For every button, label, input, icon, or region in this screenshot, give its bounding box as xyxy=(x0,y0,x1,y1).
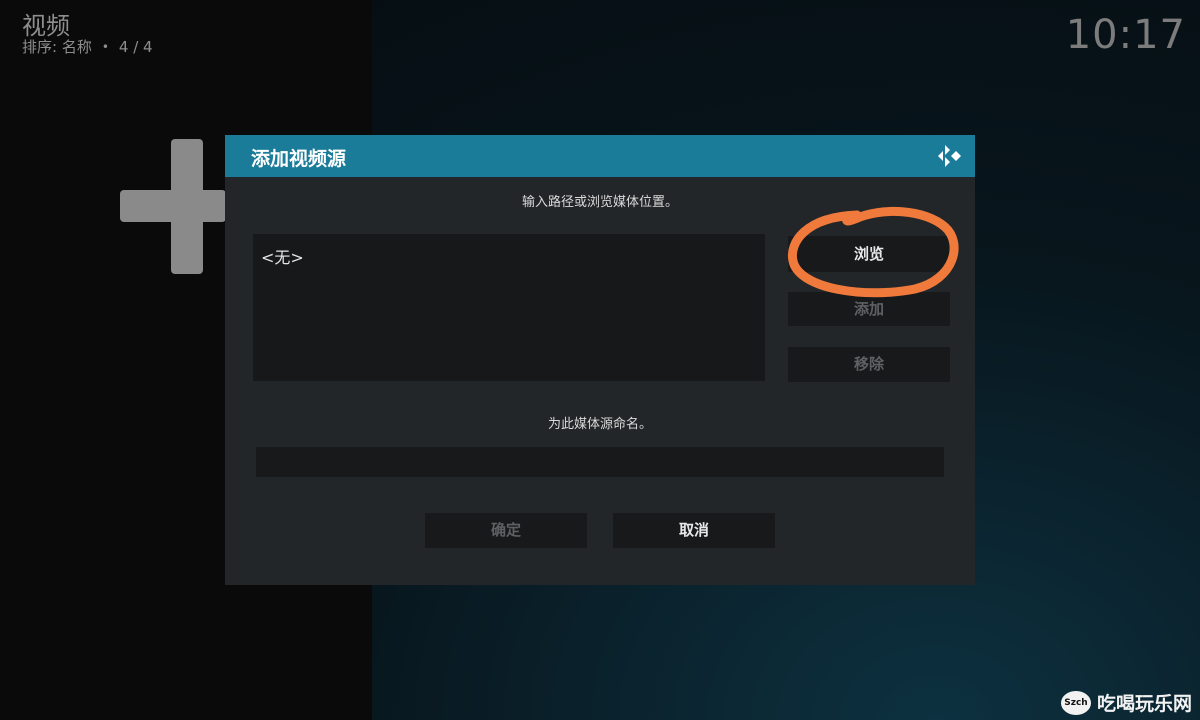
kodi-logo-icon xyxy=(938,145,961,167)
watermark-seal: Szch xyxy=(1060,690,1091,715)
browse-button[interactable]: 浏览 xyxy=(788,236,950,272)
sort-info: 排序: 名称 • 4 / 4 xyxy=(22,36,153,57)
add-source-plus-icon[interactable] xyxy=(120,139,226,274)
watermark: Szch 吃喝玩乐网 xyxy=(1060,689,1192,716)
separator-dot: • xyxy=(101,39,109,54)
source-name-input[interactable] xyxy=(256,447,944,477)
sort-label: 排序: 名称 xyxy=(22,38,92,56)
add-button[interactable]: 添加 xyxy=(788,292,950,326)
dialog-header: 添加视频源 xyxy=(225,135,975,177)
watermark-text: 吃喝玩乐网 xyxy=(1096,693,1192,715)
add-video-source-dialog: 添加视频源 输入路径或浏览媒体位置。 <无> 浏览 添加 移除 为此媒体源命名。… xyxy=(225,135,975,585)
ok-button[interactable]: 确定 xyxy=(425,513,587,548)
item-count: 4 / 4 xyxy=(118,37,153,56)
remove-button[interactable]: 移除 xyxy=(788,347,950,382)
dialog-title: 添加视频源 xyxy=(251,148,347,170)
path-list[interactable]: <无> xyxy=(253,234,765,381)
path-list-item[interactable]: <无> xyxy=(261,244,304,268)
clock: 10:17 xyxy=(1065,12,1186,58)
path-prompt: 输入路径或浏览媒体位置。 xyxy=(521,195,678,210)
name-prompt: 为此媒体源命名。 xyxy=(547,417,652,432)
cancel-button[interactable]: 取消 xyxy=(613,513,775,548)
